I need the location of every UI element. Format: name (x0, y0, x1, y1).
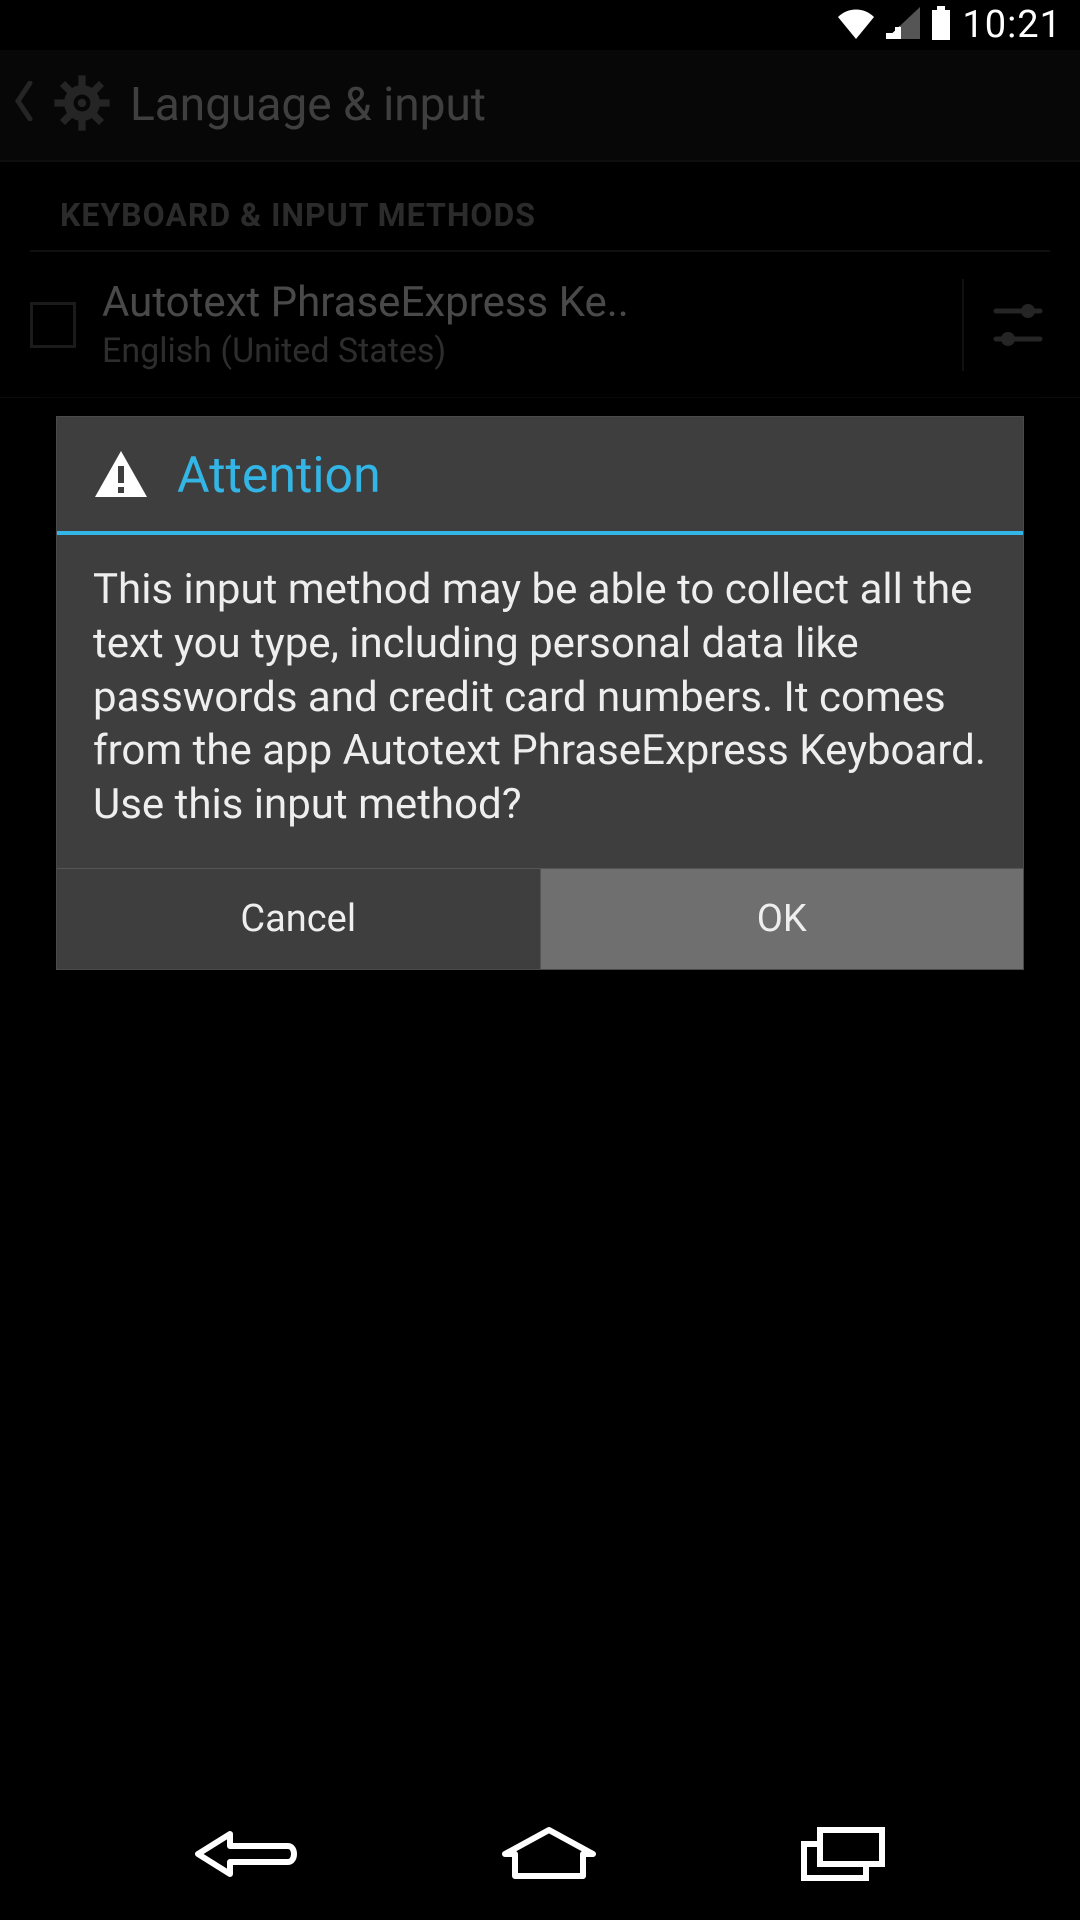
dialog-body: This input method may be able to collect… (57, 535, 1023, 868)
dialog-title: Attention (177, 447, 381, 505)
checkbox-unchecked-icon[interactable] (30, 302, 76, 348)
nav-recents-icon[interactable] (798, 1824, 890, 1888)
system-nav-bar (0, 1792, 1080, 1920)
nav-back-icon[interactable] (190, 1824, 300, 1888)
input-method-subtitle: English (United States) (102, 331, 930, 371)
battery-icon (930, 6, 952, 44)
page-title: Language & input (130, 78, 486, 132)
cell-signal-icon (886, 7, 920, 43)
status-bar: 10:21 (0, 0, 1080, 50)
back-chevron-icon[interactable] (14, 81, 34, 129)
settings-gear-icon[interactable] (52, 73, 112, 137)
dialog-header: Attention (57, 417, 1023, 535)
cancel-button[interactable]: Cancel (57, 869, 540, 969)
input-method-title: Autotext PhraseExpress Ke.. (102, 278, 930, 327)
section-header-keyboard: KEYBOARD & INPUT METHODS (30, 162, 1050, 252)
dialog-button-bar: Cancel OK (57, 868, 1023, 969)
nav-home-icon[interactable] (499, 1826, 599, 1886)
row-divider (962, 279, 964, 371)
wifi-icon (836, 7, 876, 43)
action-bar: Language & input (0, 50, 1080, 162)
attention-dialog: Attention This input method may be able … (56, 416, 1024, 970)
status-clock: 10:21 (962, 3, 1062, 47)
warning-triangle-icon (93, 449, 149, 503)
ok-button[interactable]: OK (540, 869, 1024, 969)
settings-sliders-icon[interactable] (986, 293, 1050, 357)
input-method-row[interactable]: Autotext PhraseExpress Ke.. English (Uni… (0, 252, 1080, 398)
